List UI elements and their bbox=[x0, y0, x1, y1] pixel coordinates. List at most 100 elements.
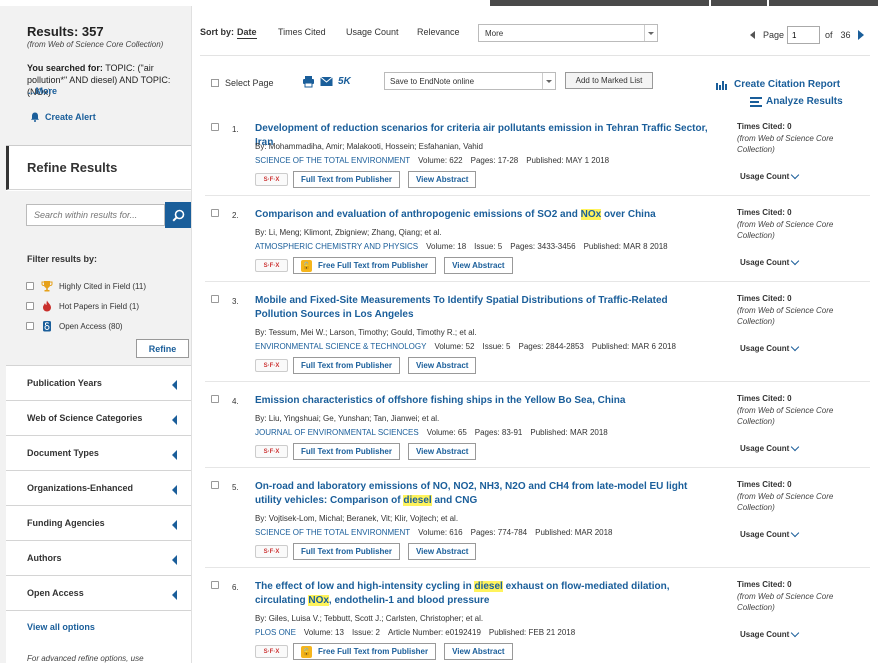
record-checkbox[interactable] bbox=[211, 581, 219, 589]
sort-relevance[interactable]: Relevance bbox=[417, 27, 460, 37]
add-to-marked-list-button[interactable]: Add to Marked List bbox=[565, 72, 653, 89]
usage-count-toggle[interactable]: Usage Count bbox=[740, 528, 800, 539]
analyze-results-link[interactable]: Analyze Results bbox=[750, 96, 843, 107]
usage-count-toggle[interactable]: Usage Count bbox=[740, 170, 800, 181]
record-checkbox[interactable] bbox=[211, 209, 219, 217]
filter-checkbox[interactable] bbox=[26, 302, 34, 310]
more-link[interactable]: ...More bbox=[28, 86, 57, 96]
sfx-button[interactable]: S·F·X bbox=[255, 359, 288, 372]
times-cited-count: Times Cited: 0 bbox=[737, 122, 792, 131]
sort-usage-count[interactable]: Usage Count bbox=[346, 27, 399, 37]
full-text-button[interactable]: Full Text from Publisher bbox=[293, 171, 400, 188]
refine-header: Refine Results bbox=[6, 146, 191, 190]
full-text-button[interactable]: 🔓 Free Full Text from Publisher bbox=[293, 643, 437, 660]
facet-authors[interactable]: Authors bbox=[6, 541, 191, 576]
record-checkbox[interactable] bbox=[211, 481, 219, 489]
email-icon[interactable] bbox=[320, 76, 333, 87]
5k-export-button[interactable]: 5K bbox=[338, 76, 351, 87]
usage-count-toggle[interactable]: Usage Count bbox=[740, 628, 800, 639]
sfx-button[interactable]: S·F·X bbox=[255, 173, 288, 186]
select-page[interactable]: Select Page bbox=[211, 78, 274, 88]
record-journal-link[interactable]: SCIENCE OF THE TOTAL ENVIRONMENT bbox=[255, 156, 410, 165]
times-cited-source: (from Web of Science Core Collection) bbox=[737, 306, 834, 326]
full-text-label: Full Text from Publisher bbox=[301, 175, 392, 184]
record-journal-link[interactable]: JOURNAL OF ENVIRONMENTAL SCIENCES bbox=[255, 428, 419, 437]
sfx-button[interactable]: S·F·X bbox=[255, 545, 288, 558]
full-text-button[interactable]: Full Text from Publisher bbox=[293, 543, 400, 560]
facet-publication-years[interactable]: Publication Years bbox=[6, 366, 191, 401]
record-title-link[interactable]: Emission characteristics of offshore fis… bbox=[255, 394, 710, 408]
save-to-select[interactable]: Save to EndNote online bbox=[384, 72, 556, 90]
sfx-button[interactable]: S·F·X bbox=[255, 645, 288, 658]
facet-open-access[interactable]: Open Access bbox=[6, 576, 191, 611]
filter-checkbox[interactable] bbox=[26, 322, 34, 330]
usage-count-toggle[interactable]: Usage Count bbox=[740, 256, 800, 267]
record-journal-link[interactable]: SCIENCE OF THE TOTAL ENVIRONMENT bbox=[255, 528, 410, 537]
column-divider bbox=[191, 6, 192, 663]
view-abstract-button[interactable]: View Abstract bbox=[444, 257, 513, 274]
usage-count-toggle[interactable]: Usage Count bbox=[740, 342, 800, 353]
next-page-icon[interactable] bbox=[857, 30, 864, 40]
caret-left-icon bbox=[172, 380, 177, 390]
facet-document-types[interactable]: Document Types bbox=[6, 436, 191, 471]
sfx-label: S·F·X bbox=[263, 176, 280, 183]
view-abstract-button[interactable]: View Abstract bbox=[407, 171, 477, 188]
filter-highly-cited[interactable]: Highly Cited in Field (11) bbox=[26, 280, 146, 292]
caret-left-icon bbox=[172, 555, 177, 565]
record-journal-link[interactable]: ATMOSPHERIC CHEMISTRY AND PHYSICS bbox=[255, 242, 418, 251]
usage-count-toggle[interactable]: Usage Count bbox=[740, 442, 800, 453]
filter-checkbox[interactable] bbox=[26, 282, 34, 290]
record-title-link[interactable]: The effect of low and high-intensity cyc… bbox=[255, 580, 710, 608]
record-title-link[interactable]: On-road and laboratory emissions of NO, … bbox=[255, 480, 710, 508]
prev-page-icon[interactable] bbox=[750, 31, 755, 39]
record-title-link[interactable]: Mobile and Fixed-Site Measurements To Id… bbox=[255, 294, 710, 322]
sort-times-cited[interactable]: Times Cited bbox=[278, 27, 326, 37]
record-published: Published: MAR 6 2018 bbox=[591, 342, 676, 351]
select-page-checkbox[interactable] bbox=[211, 79, 219, 87]
save-to-value: Save to EndNote online bbox=[390, 77, 475, 86]
full-text-button[interactable]: 🔓 Free Full Text from Publisher bbox=[293, 257, 437, 274]
view-abstract-button[interactable]: View Abstract bbox=[444, 643, 513, 660]
create-alert-link[interactable]: Create Alert bbox=[30, 112, 96, 122]
filter-open-access[interactable]: Open Access (80) bbox=[26, 320, 123, 332]
sfx-button[interactable]: S·F·X bbox=[255, 445, 288, 458]
filter-hot-papers[interactable]: Hot Papers in Field (1) bbox=[26, 300, 139, 312]
search-within-button[interactable] bbox=[165, 202, 191, 228]
title-segment: , endothelin-1 and blood pressure bbox=[328, 595, 490, 606]
record-journal-link[interactable]: ENVIRONMENTAL SCIENCE & TECHNOLOGY bbox=[255, 342, 426, 351]
facet-organizations[interactable]: Organizations-Enhanced bbox=[6, 471, 191, 506]
view-abstract-button[interactable]: View Abstract bbox=[407, 543, 477, 560]
search-summary-label: You searched for: bbox=[27, 63, 103, 73]
record-checkbox[interactable] bbox=[211, 295, 219, 303]
citation-report-label: Create Citation Report bbox=[734, 79, 841, 90]
full-text-label: Free Full Text from Publisher bbox=[318, 647, 429, 656]
print-icon[interactable] bbox=[302, 75, 315, 88]
full-text-button[interactable]: Full Text from Publisher bbox=[293, 357, 400, 374]
sort-more-select[interactable]: More bbox=[478, 24, 658, 42]
facet-funding-agencies[interactable]: Funding Agencies bbox=[6, 506, 191, 541]
refine-panel: Refine Results Filter results by: Highly… bbox=[6, 145, 191, 663]
view-all-options-link[interactable]: View all options bbox=[27, 622, 95, 632]
trophy-icon bbox=[41, 281, 53, 292]
full-text-button[interactable]: Full Text from Publisher bbox=[293, 443, 400, 460]
view-abstract-button[interactable]: View Abstract bbox=[407, 443, 477, 460]
chevron-down-icon bbox=[644, 25, 657, 41]
search-within-input[interactable] bbox=[26, 204, 165, 226]
record-title-link[interactable]: Comparison and evaluation of anthropogen… bbox=[255, 208, 710, 222]
record-journal-link[interactable]: PLOS ONE bbox=[255, 628, 296, 637]
sfx-button[interactable]: S·F·X bbox=[255, 259, 288, 272]
record-published: Published: MAR 8 2018 bbox=[583, 242, 668, 251]
create-citation-report-link[interactable]: Create Citation Report bbox=[716, 79, 840, 90]
record-checkbox[interactable] bbox=[211, 395, 219, 403]
view-abstract-button[interactable]: View Abstract bbox=[407, 357, 477, 374]
record-published: Published: MAY 1 2018 bbox=[526, 156, 610, 165]
record-checkbox[interactable] bbox=[211, 123, 219, 131]
sort-date[interactable]: Date bbox=[237, 27, 257, 39]
facet-wos-categories[interactable]: Web of Science Categories bbox=[6, 401, 191, 436]
refine-button[interactable]: Refine bbox=[136, 339, 189, 358]
result-record: 2. Comparison and evaluation of anthropog… bbox=[200, 206, 870, 286]
facet-label: Open Access bbox=[27, 588, 84, 598]
page-number-input[interactable] bbox=[787, 26, 821, 44]
times-cited-source: (from Web of Science Core Collection) bbox=[737, 134, 834, 154]
chevron-down-icon bbox=[791, 342, 800, 352]
